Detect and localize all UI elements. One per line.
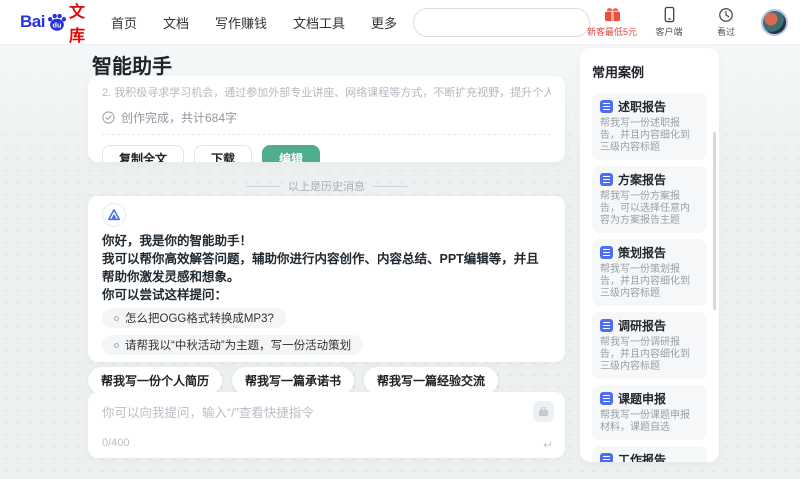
search-bar: 搜索文档 [413,7,590,37]
history-divider-text: 以上是历史消息 [288,181,365,193]
logo-text-bai: Bai [20,12,45,31]
chat-input-card: 0/400 ↵ [88,392,565,458]
creation-status-text: 创作完成，共计684字 [121,111,238,125]
divider-line-left [246,185,280,187]
baidu-wenku-logo[interactable]: Bai du 文库 [20,0,85,46]
case-item-shuzhi-report[interactable]: 述职报告 帮我写一份述职报告，并且内容细化到三级内容标题 [592,93,707,160]
document-icon [600,173,613,186]
quick-chip-commitment[interactable]: 帮我写一篇承诺书 [232,367,355,394]
case-title: 方案报告 [618,173,667,187]
assistant-avatar [102,203,126,227]
assistant-greeting: 你好，我是你的智能助手！ [102,234,253,248]
suggestion-list: 怎么把OGG格式转换成MP3? 请帮我以“中秋活动”为主题，写一份活动策划 请辅… [102,308,551,362]
svg-text:du: du [52,21,61,30]
document-icon [600,392,613,405]
baidu-paw-icon: du [46,11,68,33]
case-desc: 帮我写一份述职报告，并且内容细化到三级内容标题 [600,118,690,153]
send-button[interactable] [533,401,554,422]
suggestion-chip-midautumn-plan[interactable]: 请帮我以“中秋活动”为主题，写一份活动策划 [102,335,364,355]
case-desc: 帮我写一份方案报告，可以选择任意内容为方案报告主题 [600,191,690,226]
case-item-gongzuo-report[interactable]: 工作报告 帮我写一份工作报告，工作类型随机 [592,446,707,462]
edit-button[interactable]: 编辑 [262,145,321,162]
nav-link-docs[interactable]: 文档 [163,13,189,32]
new-user-promo[interactable]: 新客最低5元 [587,6,638,38]
generated-document-card: 2. 我积极寻求学习机会，通过参加外部专业讲座、网络课程等方式，不断扩充视野，提… [88,76,565,162]
navbar-right-tools: 新客最低5元 客户端 看过 [587,6,788,38]
assistant-logo-icon [108,209,120,221]
case-title: 述职报告 [618,100,667,114]
nav-link-home[interactable]: 首页 [111,13,137,32]
char-counter: 0/400 [102,437,130,449]
document-icon [600,100,613,113]
assistant-message-text: 你好，我是你的智能助手！ 我可以帮你高效解答问题，辅助你进行内容创作、内容总结、… [102,232,551,304]
document-actions: 复制全文 下载 编辑 [102,145,551,162]
viewed-label: 看过 [716,26,735,37]
case-desc: 帮我写一份策划报告，并且内容细化到三级内容标题 [600,264,690,299]
download-button[interactable]: 下载 [194,145,253,162]
quick-prompt-chips: 帮我写一份个人简历 帮我写一篇承诺书 帮我写一篇经验交流 [88,367,499,394]
case-title: 策划报告 [618,246,667,260]
case-title: 课题申报 [618,392,667,406]
copy-full-text-button[interactable]: 复制全文 [102,145,185,162]
client-app-entry[interactable]: 客户端 [647,6,691,38]
assistant-try-hint: 你可以尝试这样提问： [102,288,228,302]
history-divider: 以上是历史消息 [88,178,565,194]
common-cases-title: 常用案例 [592,65,645,80]
suggestion-chip-ogg-mp3[interactable]: 怎么把OGG格式转换成MP3? [102,308,286,328]
quick-chip-experience[interactable]: 帮我写一篇经验交流 [364,367,499,394]
nav-link-more[interactable]: 更多 [371,13,397,32]
bullet-icon [114,342,119,348]
clock-icon [718,7,734,23]
quick-chip-resume[interactable]: 帮我写一份个人简历 [88,367,223,394]
chat-input[interactable] [102,402,502,430]
generated-text-snippet: 2. 我积极寻求学习机会，通过参加外部专业讲座、网络课程等方式，不断扩充视野，提… [102,87,551,99]
nav-links: 首页 文档 写作赚钱 文档工具 更多 [111,13,397,32]
dashed-divider [102,134,551,135]
bullet-icon [114,315,119,321]
page-title: 智能助手 [92,56,172,78]
phone-icon [662,6,677,23]
case-item-fangan-report[interactable]: 方案报告 帮我写一份方案报告，可以选择任意内容为方案报告主题 [592,166,707,233]
case-title: 工作报告 [618,453,667,462]
nav-link-write-earn[interactable]: 写作赚钱 [215,13,267,32]
common-cases-panel: 常用案例 述职报告 帮我写一份述职报告，并且内容细化到三级内容标题 方案报告 帮… [580,48,719,462]
divider-line-right [373,185,407,187]
case-item-diaoyan-report[interactable]: 调研报告 帮我写一份调研报告，并且内容细化到三级内容标题 [592,312,707,379]
send-icon [538,406,549,416]
sidebar-scrollbar[interactable] [713,132,716,310]
user-avatar[interactable] [761,8,788,36]
promo-label: 新客最低5元 [587,27,638,37]
check-circle-icon [102,111,115,124]
history-viewed-entry[interactable]: 看过 [704,7,748,38]
document-icon [600,453,613,462]
case-desc: 帮我写一份课题申报材料，课题自选 [600,410,690,433]
enter-key-icon: ↵ [542,438,553,452]
assistant-intro: 我可以帮你高效解答问题，辅助你进行内容创作、内容总结、PPT编辑等，并且帮助你激… [102,252,539,284]
search-input[interactable] [414,8,590,36]
case-title: 调研报告 [618,319,667,333]
nav-link-doc-tools[interactable]: 文档工具 [293,13,345,32]
case-item-keti-shenbao[interactable]: 课题申报 帮我写一份课题申报材料，课题自选 [592,385,707,440]
suggestion-text: 怎么把OGG格式转换成MP3? [125,313,274,325]
client-label: 客户端 [655,27,683,37]
promo-gift-icon [603,6,622,23]
document-icon [600,246,613,259]
document-icon [600,319,613,332]
creation-status-row: 创作完成，共计684字 [102,109,551,126]
suggestion-text: 请帮我以“中秋活动”为主题，写一份活动策划 [125,340,352,352]
assistant-message-card: 你好，我是你的智能助手！ 我可以帮你高效解答问题，辅助你进行内容创作、内容总结、… [88,196,565,362]
top-navbar: Bai du 文库 首页 文档 写作赚钱 文档工具 更多 搜索文档 [0,0,800,45]
logo-text-wenku: 文库 [68,4,85,45]
case-item-cehua-report[interactable]: 策划报告 帮我写一份策划报告，并且内容细化到三级内容标题 [592,239,707,306]
case-desc: 帮我写一份调研报告，并且内容细化到三级内容标题 [600,337,690,372]
